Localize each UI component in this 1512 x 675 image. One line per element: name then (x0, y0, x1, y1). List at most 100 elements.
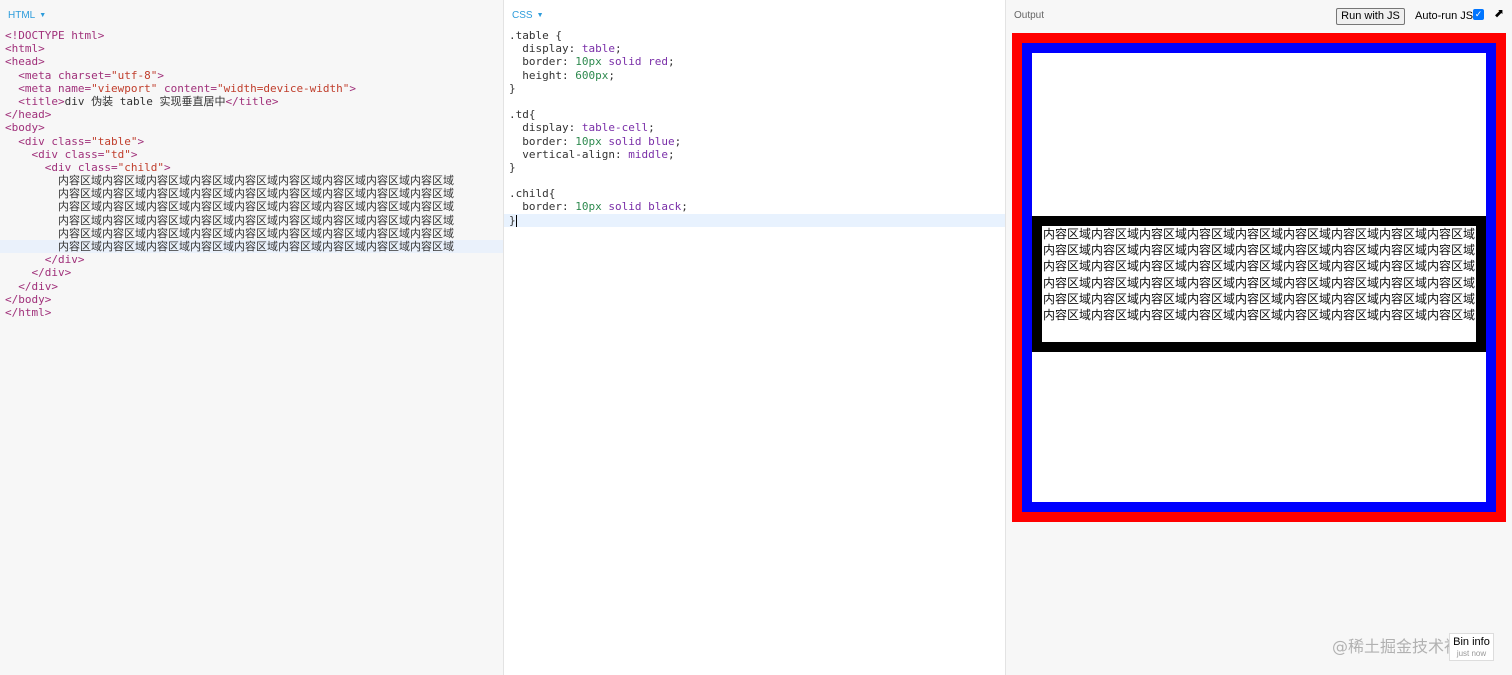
bin-info-badge[interactable]: Bin info just now (1449, 633, 1494, 661)
code-line[interactable]: .td{ (504, 108, 1005, 121)
code-token: > (137, 134, 145, 148)
code-line[interactable]: 内容区域内容区域内容区域内容区域内容区域内容区域内容区域内容区域内容区域 (0, 187, 503, 200)
code-token: = (210, 81, 217, 95)
html-pane-label: HTML (8, 10, 36, 21)
code-line[interactable]: <!DOCTYPE html> (0, 29, 503, 42)
code-token: "child" (117, 160, 164, 174)
code-line[interactable]: border: 10px solid black; (504, 200, 1005, 213)
code-line[interactable]: <html> (0, 42, 503, 55)
code-line[interactable]: </body> (0, 293, 503, 306)
css-pane-dropdown[interactable]: CSS ▼ (512, 10, 544, 21)
code-token: name (58, 81, 85, 95)
code-line[interactable]: <head> (0, 55, 503, 68)
code-line[interactable]: </html> (0, 306, 503, 319)
code-line[interactable]: } (504, 213, 1005, 227)
code-line[interactable]: <meta name="viewport" content="width=dev… (0, 82, 503, 95)
code-token: = (104, 68, 111, 82)
code-line[interactable]: 内容区域内容区域内容区域内容区域内容区域内容区域内容区域内容区域内容区域 (0, 227, 503, 240)
code-token: <div (44, 160, 78, 174)
code-token: 内容区域内容区域内容区域内容区域内容区域内容区域内容区域内容区域内容区域 (5, 213, 454, 227)
code-line[interactable]: border: 10px solid blue; (504, 135, 1005, 148)
code-line[interactable]: 内容区域内容区域内容区域内容区域内容区域内容区域内容区域内容区域内容区域 (0, 240, 503, 254)
code-token: <div (18, 134, 52, 148)
code-token: "width=device-width" (216, 81, 350, 95)
chevron-down-icon: ▼ (39, 12, 47, 19)
code-line[interactable]: 内容区域内容区域内容区域内容区域内容区域内容区域内容区域内容区域内容区域 (0, 214, 503, 227)
code-line[interactable]: .table { (504, 29, 1005, 42)
code-token: border: (509, 55, 576, 69)
code-line[interactable]: <meta charset="utf-8"> (0, 69, 503, 82)
code-token: } (509, 213, 516, 227)
code-token: <!DOCTYPE html> (5, 29, 105, 42)
code-token: 内容区域内容区域内容区域内容区域内容区域内容区域内容区域内容区域内容区域 (5, 226, 454, 240)
code-line[interactable]: display: table; (504, 42, 1005, 55)
css-code-editor[interactable]: .table { display: table; border: 10px so… (504, 29, 1005, 227)
text-cursor (515, 214, 517, 227)
code-token: display: (509, 121, 582, 135)
autorun-checkbox[interactable]: ✓ (1473, 9, 1484, 20)
code-token: 内容区域内容区域内容区域内容区域内容区域内容区域内容区域内容区域内容区域 (5, 174, 454, 188)
code-line[interactable] (504, 95, 1005, 108)
code-line[interactable]: 内容区域内容区域内容区域内容区域内容区域内容区域内容区域内容区域内容区域 (0, 200, 503, 213)
code-line[interactable]: border: 10px solid red; (504, 55, 1005, 68)
output-child-box: 内容区域内容区域内容区域内容区域内容区域内容区域内容区域内容区域内容区域 内容区… (1032, 216, 1486, 352)
code-line[interactable]: </div> (0, 280, 503, 293)
code-line[interactable]: <div class="child"> (0, 161, 503, 174)
code-line[interactable]: <body> (0, 121, 503, 134)
code-line[interactable]: </div> (0, 253, 503, 266)
code-token: } (509, 160, 516, 174)
code-token: "td" (104, 147, 131, 161)
css-pane-label: CSS (512, 10, 533, 21)
output-table-box: 内容区域内容区域内容区域内容区域内容区域内容区域内容区域内容区域内容区域 内容区… (1012, 33, 1506, 522)
code-line[interactable]: <title>div 伪装 table 实现垂直居中</title> (0, 95, 503, 108)
output-td-box: 内容区域内容区域内容区域内容区域内容区域内容区域内容区域内容区域内容区域 内容区… (1022, 43, 1496, 512)
code-line[interactable]: </div> (0, 266, 503, 279)
code-token: > (157, 68, 164, 82)
chevron-down-icon: ▼ (536, 12, 544, 19)
code-line[interactable]: vertical-align: middle; (504, 148, 1005, 161)
code-token: solid blue (608, 134, 675, 148)
code-token: > (163, 160, 171, 174)
popout-arrow-icon[interactable]: ⬈ (1494, 6, 1504, 20)
run-with-js-button[interactable]: Run with JS (1336, 8, 1405, 25)
code-line[interactable]: display: table-cell; (504, 121, 1005, 134)
code-token: content (163, 81, 211, 95)
code-token: charset (58, 68, 105, 82)
html-editor-pane: HTML ▼ <!DOCTYPE html> <html> <head> <meta … (0, 0, 504, 675)
code-token: middle (628, 147, 668, 161)
code-token: class (51, 134, 85, 148)
code-token: 内容区域内容区域内容区域内容区域内容区域内容区域内容区域内容区域内容区域 (5, 240, 454, 253)
code-line[interactable]: </head> (0, 108, 503, 121)
html-code-editor[interactable]: <!DOCTYPE html> <html> <head> <meta charse… (0, 29, 503, 319)
code-token: 10px (575, 200, 602, 214)
code-line[interactable]: 内容区域内容区域内容区域内容区域内容区域内容区域内容区域内容区域内容区域 (0, 174, 503, 187)
code-token: 内容区域内容区域内容区域内容区域内容区域内容区域内容区域内容区域内容区域 (5, 187, 454, 201)
code-line[interactable]: } (504, 82, 1005, 95)
css-editor-pane: CSS ▼ .table { display: table; border: 10… (504, 0, 1006, 675)
code-line[interactable]: } (504, 161, 1005, 174)
code-token: ; (614, 42, 622, 56)
code-line[interactable] (504, 174, 1005, 187)
code-line[interactable]: height: 600px; (504, 69, 1005, 82)
code-line[interactable]: .child{ (504, 187, 1005, 200)
code-token: solid red (608, 55, 668, 69)
code-token: class (77, 160, 111, 174)
html-pane-dropdown[interactable]: HTML ▼ (8, 10, 46, 21)
code-token: <body> (5, 121, 45, 135)
code-line[interactable]: <div class="td"> (0, 148, 503, 161)
code-line[interactable]: <div class="table"> (0, 135, 503, 148)
code-token: } (509, 81, 516, 95)
code-token: solid black (608, 200, 682, 214)
css-pane-header: CSS ▼ (504, 0, 1005, 30)
code-token: table (581, 42, 615, 56)
code-token: table-cell (581, 121, 649, 135)
code-token: = (111, 160, 118, 174)
